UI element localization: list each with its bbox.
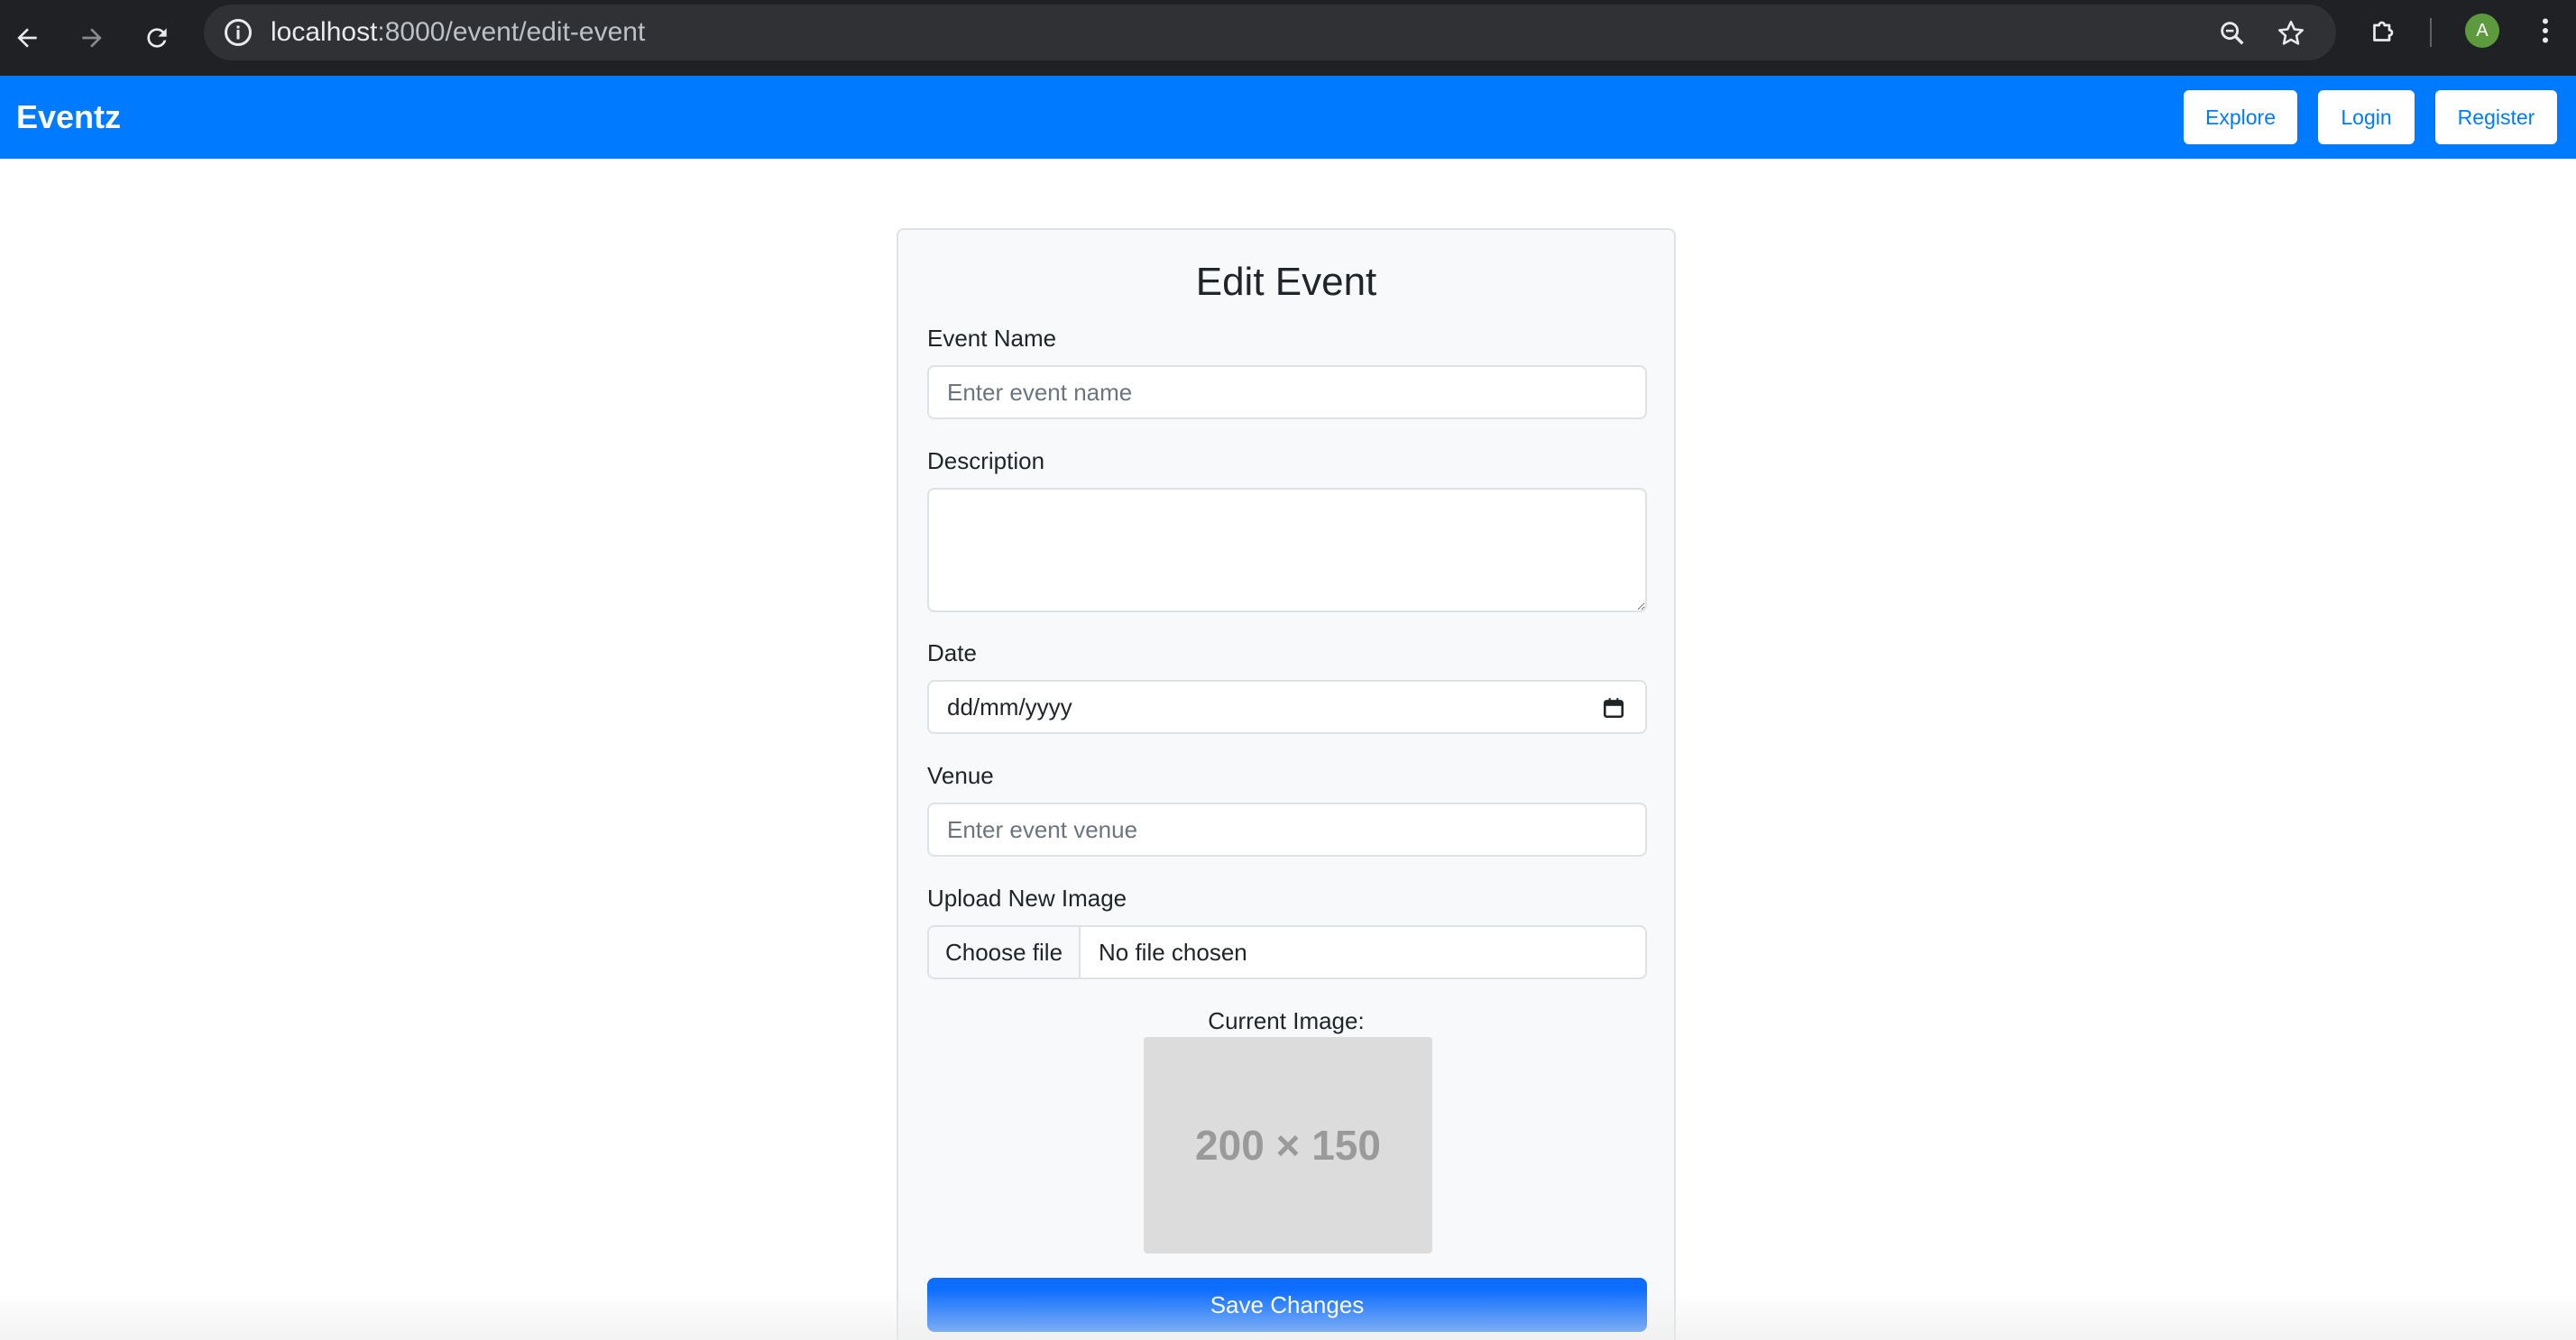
back-icon[interactable] xyxy=(5,16,49,60)
venue-label: Venue xyxy=(927,762,994,789)
venue-input[interactable] xyxy=(927,803,1647,857)
zoom-icon[interactable] xyxy=(2217,18,2248,49)
date-value: dd/mm/yyyy xyxy=(947,693,1072,720)
choose-file-button[interactable]: Choose file xyxy=(929,927,1081,977)
date-input[interactable]: dd/mm/yyyy xyxy=(927,680,1647,734)
explore-button[interactable]: Explore xyxy=(2184,90,2297,144)
file-name-text: No file chosen xyxy=(1099,938,1247,966)
description-label: Description xyxy=(927,447,1045,474)
address-bar[interactable]: localhost:8000/event/edit-event xyxy=(204,5,2336,60)
login-button[interactable]: Login xyxy=(2318,90,2415,144)
bookmark-star-icon[interactable] xyxy=(2276,18,2306,49)
site-info-icon[interactable] xyxy=(222,16,254,49)
event-name-input[interactable] xyxy=(927,365,1647,419)
description-textarea[interactable] xyxy=(927,488,1647,612)
current-image: 200 × 150 xyxy=(1144,1037,1432,1253)
calendar-icon[interactable] xyxy=(1602,696,1625,720)
toolbar-divider xyxy=(2430,18,2432,47)
page-title: Edit Event xyxy=(1195,260,1377,304)
image-file-input[interactable]: Choose file No file chosen xyxy=(927,925,1647,979)
reload-icon[interactable] xyxy=(135,16,179,60)
more-menu-icon[interactable] xyxy=(2529,14,2562,47)
upload-image-label: Upload New Image xyxy=(927,885,1127,912)
current-image-text: 200 × 150 xyxy=(1195,1122,1381,1169)
register-button[interactable]: Register xyxy=(2435,90,2557,144)
edit-event-card: Edit Event Event Name Description Date d… xyxy=(897,228,1676,1340)
extensions-icon[interactable] xyxy=(2368,14,2400,47)
save-changes-button[interactable]: Save Changes xyxy=(927,1278,1647,1332)
event-name-label: Event Name xyxy=(927,325,1057,352)
brand-logo[interactable]: Eventz xyxy=(16,99,121,135)
current-image-label: Current Image: xyxy=(1208,1007,1365,1034)
profile-avatar[interactable]: A xyxy=(2465,14,2499,48)
browser-toolbar: localhost:8000/event/edit-event A xyxy=(0,0,2576,76)
url-text[interactable]: localhost:8000/event/edit-event xyxy=(271,17,645,48)
app-navbar: Eventz Explore Login Register xyxy=(0,76,2576,159)
forward-icon[interactable] xyxy=(70,16,114,60)
date-label: Date xyxy=(927,639,977,666)
